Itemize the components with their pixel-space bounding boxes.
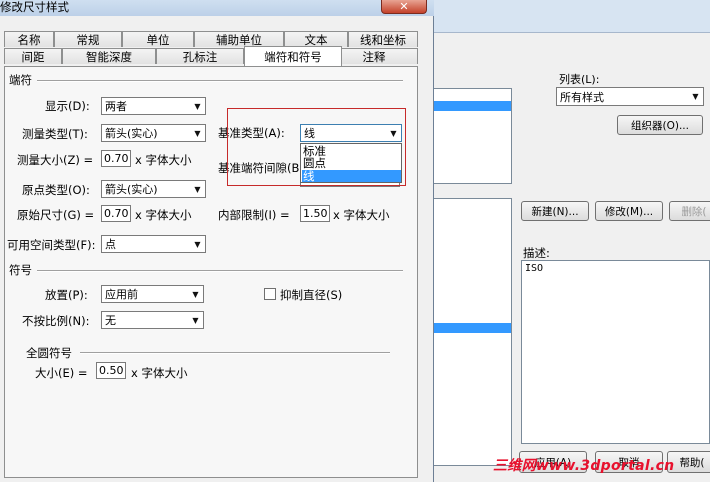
tab-general[interactable]: 常规: [54, 31, 122, 47]
inner-limit-label: 内部限制(I) =: [218, 208, 290, 222]
measure-size-label: 测量大小(Z) =: [17, 153, 94, 167]
full-circle-size-input[interactable]: 0.50: [96, 362, 126, 379]
symbol-group-divider: [37, 270, 403, 272]
no-scale-value: 无: [105, 314, 116, 327]
chevron-down-icon: ▼: [390, 128, 397, 138]
origin-type-value: 箭头(实心): [105, 183, 158, 196]
origin-size-unit: x 字体大小: [135, 208, 192, 222]
organizer-button[interactable]: 组织器(O)...: [617, 115, 703, 135]
tab-hole-callout[interactable]: 孔标注: [156, 48, 244, 64]
space-type-label: 可用空间类型(F):: [7, 238, 96, 252]
no-scale-select[interactable]: 无 ▼: [101, 311, 204, 329]
tab-name[interactable]: 名称: [4, 31, 54, 47]
tab-alt-units[interactable]: 辅助单位: [194, 31, 284, 47]
measure-type-label: 测量类型(T):: [22, 127, 88, 141]
measure-size-input[interactable]: 0.70: [101, 150, 131, 167]
chevron-down-icon: ▼: [194, 239, 201, 249]
placement-select[interactable]: 应用前 ▼: [101, 285, 204, 303]
chevron-down-icon: ▼: [192, 289, 199, 299]
close-button[interactable]: ✕: [381, 0, 427, 14]
display-select[interactable]: 两者 ▼: [101, 97, 206, 115]
measure-size-unit: x 字体大小: [135, 153, 192, 167]
tab-spacing[interactable]: 间距: [4, 48, 62, 64]
full-circle-size-unit: x 字体大小: [131, 366, 188, 380]
display-label: 显示(D):: [45, 99, 90, 113]
baseline-type-value: 线: [304, 127, 315, 140]
baseline-type-select[interactable]: 线 ▼: [300, 124, 402, 142]
chevron-down-icon: ▼: [192, 315, 199, 325]
tab-smart-depth[interactable]: 智能深度: [62, 48, 156, 64]
dropdown-option-dot[interactable]: 圆点: [302, 157, 401, 169]
terminator-group-divider: [37, 80, 403, 82]
suppress-diameter-label: 抑制直径(S): [280, 288, 343, 302]
selected-style-row[interactable]: [432, 101, 511, 111]
list-filter-select[interactable]: 所有样式 ▼: [556, 87, 704, 106]
space-type-value: 点: [105, 238, 116, 251]
modify-style-button[interactable]: 修改(M)...: [595, 201, 663, 221]
chevron-down-icon: ▼: [194, 128, 201, 138]
full-circle-group-divider: [80, 352, 390, 354]
inner-limit-unit: x 字体大小: [333, 208, 390, 222]
description-box: ISO: [521, 260, 710, 444]
style-tree-list[interactable]: [432, 88, 512, 184]
measure-type-select[interactable]: 箭头(实心) ▼: [101, 124, 206, 142]
background-title-bar: [430, 0, 710, 33]
chevron-down-icon: ▼: [194, 101, 201, 111]
terminator-group-title: 端符: [9, 73, 32, 87]
no-scale-label: 不按比例(N):: [22, 314, 90, 328]
measure-type-value: 箭头(实心): [105, 127, 158, 140]
display-value: 两者: [105, 100, 127, 113]
tab-text[interactable]: 文本: [284, 31, 348, 47]
tab-lines-coords[interactable]: 线和坐标: [348, 31, 418, 47]
dialog-title: 修改尺寸样式: [0, 0, 69, 14]
dropdown-option-line[interactable]: 线: [302, 170, 401, 182]
watermark: 三维网www.3dportal.cn: [493, 458, 675, 474]
list-filter-label: 列表(L):: [559, 73, 600, 86]
chevron-down-icon: ▼: [194, 184, 201, 194]
space-type-select[interactable]: 点 ▼: [101, 235, 206, 253]
description-label: 描述:: [523, 246, 550, 260]
style-preview-list[interactable]: [432, 198, 512, 466]
tab-notes[interactable]: 注释: [330, 48, 418, 64]
tab-terminators-symbols[interactable]: 端符和符号: [244, 46, 342, 66]
inner-limit-input[interactable]: 1.50: [300, 205, 330, 222]
list-filter-value: 所有样式: [560, 90, 604, 104]
baseline-type-dropdown-list[interactable]: 标准 圆点 线: [300, 143, 402, 183]
new-style-button[interactable]: 新建(N)...: [521, 201, 589, 221]
origin-type-label: 原点类型(O):: [22, 183, 90, 197]
chevron-down-icon: ▼: [692, 92, 699, 101]
full-circle-group-title: 全圆符号: [26, 346, 72, 360]
close-icon: ✕: [399, 0, 409, 13]
placement-label: 放置(P):: [45, 288, 88, 302]
placement-value: 应用前: [105, 288, 138, 301]
selected-preview-row[interactable]: [432, 323, 511, 333]
symbol-group-title: 符号: [9, 263, 32, 277]
origin-type-select[interactable]: 箭头(实心) ▼: [101, 180, 206, 198]
full-circle-size-label: 大小(E) =: [35, 366, 88, 380]
origin-size-input[interactable]: 0.70: [101, 205, 131, 222]
baseline-type-label: 基准类型(A):: [218, 126, 285, 140]
origin-size-label: 原始尺寸(G) =: [17, 208, 95, 222]
tab-units[interactable]: 单位: [122, 31, 194, 47]
suppress-diameter-checkbox[interactable]: [264, 288, 276, 300]
baseline-gap-label: 基准端符间隙(B):: [218, 161, 308, 175]
delete-style-button[interactable]: 删除(: [669, 201, 710, 221]
